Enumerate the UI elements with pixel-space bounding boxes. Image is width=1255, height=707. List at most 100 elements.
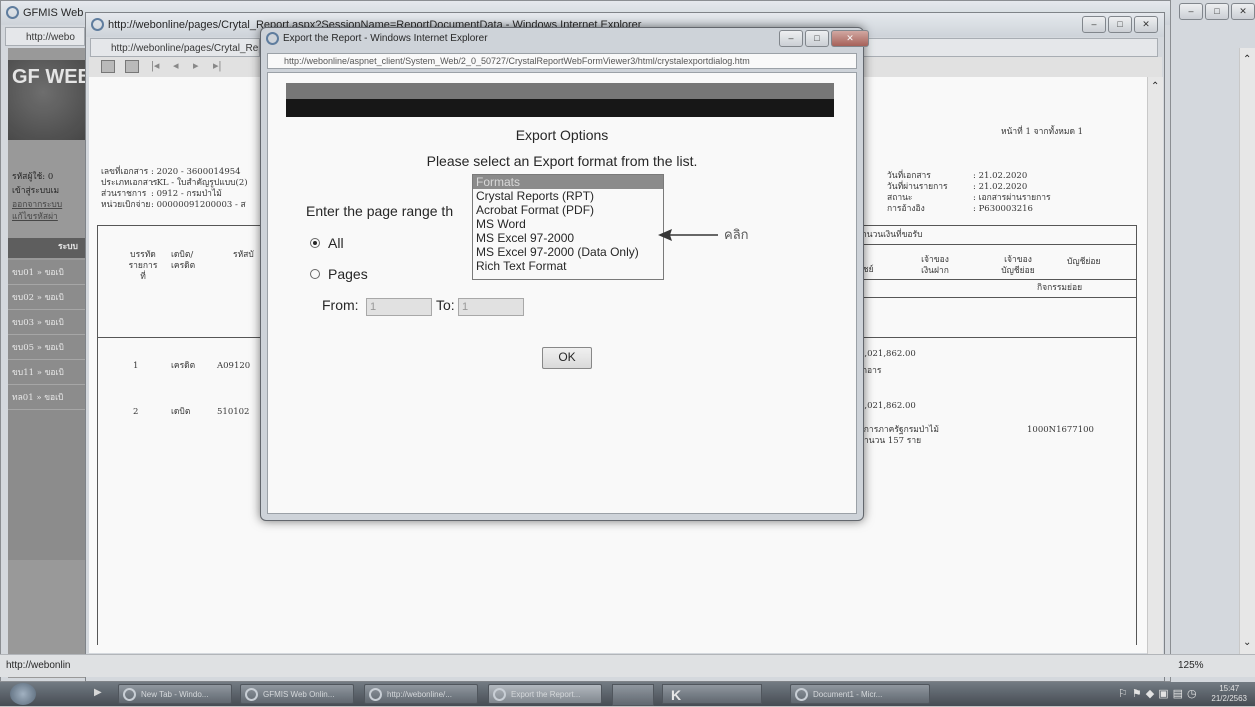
- scroll-up-icon[interactable]: ⌃: [1151, 81, 1159, 92]
- activity-header-divider: [853, 279, 1137, 280]
- taskbar-explorer-icon[interactable]: [612, 684, 654, 706]
- meta-label: วันที่ผ่านรายการ: [887, 182, 948, 192]
- taskbar-kaspersky-icon[interactable]: K: [662, 684, 762, 704]
- taskbar-item[interactable]: http://webonline/...: [364, 684, 478, 704]
- menu-item[interactable]: ขบ02 » ขอเบิ: [8, 285, 96, 310]
- arrow-annotation-icon: [658, 229, 718, 241]
- from-label: From:: [322, 297, 359, 313]
- menu-item[interactable]: ขบ03 » ขอเบิ: [8, 310, 96, 335]
- menu-item-label: ขบ01 » ขอเบิ: [12, 268, 64, 278]
- start-button[interactable]: [10, 683, 36, 705]
- export-dialog-window: Export the Report - Windows Internet Exp…: [260, 27, 869, 521]
- close-button[interactable]: ✕: [1231, 3, 1255, 20]
- ok-button[interactable]: OK: [542, 347, 592, 369]
- to-page-input[interactable]: 1: [458, 298, 524, 316]
- format-option-header[interactable]: Formats: [473, 175, 663, 189]
- ie-icon: [266, 32, 279, 45]
- third-window-scrollbar[interactable]: ⌃ ⌄: [1239, 48, 1255, 654]
- radio-all[interactable]: [310, 238, 320, 248]
- third-browser-window: – □ ✕ ⌃ ⌄: [1170, 0, 1255, 682]
- logout-link[interactable]: ออกจากระบบ: [12, 200, 62, 211]
- change-password-link[interactable]: แก้ไขรหัสผ่า: [12, 212, 58, 223]
- export-dialog-body: Export Options Please select an Export f…: [267, 72, 857, 514]
- meta-value: : เอกสารผ่านรายการ: [973, 193, 1051, 203]
- export-icon[interactable]: [101, 60, 115, 73]
- minimize-button[interactable]: –: [1082, 16, 1106, 33]
- next-page-icon[interactable]: ▸: [193, 59, 199, 72]
- meta-label: เลขที่เอกสาร: [101, 167, 149, 177]
- row-code: A09120: [217, 361, 251, 371]
- close-button[interactable]: ✕: [1134, 16, 1158, 33]
- menu-item[interactable]: ทล01 » ขอเบิ: [8, 385, 96, 410]
- meta-value: : 21.02.2020: [973, 171, 1028, 181]
- format-option-rtf[interactable]: Rich Text Format: [473, 259, 663, 273]
- row-ref: 1000N1677100: [1027, 425, 1094, 435]
- dialog-banner-bottom: [286, 99, 834, 117]
- meta-value: : 21.02.2020: [973, 182, 1028, 192]
- logo-text: GF WEB: [12, 66, 92, 88]
- meta-label: ประเภทเอกสาร: [101, 178, 158, 188]
- menu-header-bar: ระบบ: [8, 238, 96, 258]
- scroll-down-icon[interactable]: ⌄: [1243, 637, 1251, 648]
- meta-value: : 2020 - 3600014954: [151, 167, 241, 177]
- col-header-subaccount-owner: เจ้าของ บัญชีย่อย: [1001, 255, 1035, 276]
- from-page-input[interactable]: 1: [366, 298, 432, 316]
- menu-item-label: ขบ02 » ขอเบิ: [12, 293, 64, 303]
- radio-all-row[interactable]: All: [310, 235, 344, 251]
- maximize-button[interactable]: □: [805, 30, 829, 47]
- menu-item[interactable]: ขบ11 » ขอเบิ: [8, 360, 96, 385]
- menu-item[interactable]: ขบ01 » ขอเบิ: [8, 260, 96, 285]
- menu-item-label: ขบ11 » ขอเบิ: [12, 368, 64, 378]
- meta-value: : 0912 - กรมป่าไม้: [151, 189, 222, 199]
- taskbar-media-icon[interactable]: ▶: [94, 687, 102, 698]
- format-option-rpt[interactable]: Crystal Reports (RPT): [473, 189, 663, 203]
- menu-header: ระบบ: [58, 242, 78, 252]
- outer-address-text: http://webo: [26, 32, 75, 43]
- taskbar-item-word[interactable]: Document1 - Micr...: [790, 684, 930, 704]
- windows-taskbar: ▶ New Tab - Windo... GFMIS Web Onlin... …: [0, 682, 1255, 706]
- outer-address-bar[interactable]: http://webo: [5, 27, 85, 46]
- browser-status-bar: http://webonlin 125%: [0, 654, 1255, 677]
- dialog-address-bar: http://webonline/aspnet_client/System_We…: [267, 53, 857, 69]
- radio-all-label: All: [328, 235, 344, 251]
- gfmis-logo: GF WEB: [8, 60, 96, 140]
- report-scrollbar[interactable]: ⌃ ⌄: [1147, 77, 1163, 673]
- prev-page-icon[interactable]: ◂: [173, 59, 179, 72]
- meta-label: หน่วยเบิกจ่าย: [101, 200, 151, 210]
- page-range-label: Enter the page range th: [306, 203, 454, 219]
- taskbar-item-active[interactable]: Export the Report...: [488, 684, 602, 704]
- login-label: เข้าสู่ระบบเม: [12, 186, 60, 196]
- format-listbox[interactable]: Formats Crystal Reports (RPT) Acrobat Fo…: [472, 174, 664, 280]
- minimize-button[interactable]: –: [779, 30, 803, 47]
- zoom-level[interactable]: 125%: [1178, 655, 1204, 677]
- maximize-button[interactable]: □: [1108, 16, 1132, 33]
- menu-item-label: ทล01 » ขอเบิ: [12, 393, 64, 403]
- menu-item[interactable]: ขบ05 » ขอเบิ: [8, 335, 96, 360]
- scroll-up-icon[interactable]: ⌃: [1243, 54, 1251, 65]
- format-option-excel-data-only[interactable]: MS Excel 97-2000 (Data Only): [473, 245, 663, 259]
- last-page-icon[interactable]: ▸|: [213, 59, 221, 72]
- activity-header-bottom: [853, 297, 1137, 298]
- taskbar-item[interactable]: New Tab - Windo...: [118, 684, 232, 704]
- close-button[interactable]: ✕: [831, 30, 869, 47]
- format-option-pdf[interactable]: Acrobat Format (PDF): [473, 203, 663, 217]
- format-option-word[interactable]: MS Word: [473, 217, 663, 231]
- menu-item-label: ขบ03 » ขอเบิ: [12, 318, 64, 328]
- maximize-button[interactable]: □: [1205, 3, 1229, 20]
- tray-icons[interactable]: ⚐⚑◆▣▤◷: [1118, 688, 1201, 700]
- row-extra-2: จำนวน 157 ราย: [859, 436, 922, 446]
- minimize-button[interactable]: –: [1179, 3, 1203, 20]
- radio-pages[interactable]: [310, 269, 320, 279]
- export-options-heading: Export Options: [515, 127, 609, 143]
- taskbar-item[interactable]: GFMIS Web Onlin...: [240, 684, 354, 704]
- dialog-banner-top: [286, 83, 834, 99]
- meta-value: : 00000091200003 - ส: [151, 200, 246, 210]
- table-left-border: [97, 225, 98, 645]
- row-debit-credit: เดบิต: [171, 407, 191, 417]
- first-page-icon[interactable]: |◂: [151, 59, 159, 72]
- format-option-excel[interactable]: MS Excel 97-2000: [473, 231, 663, 245]
- report-address-bar[interactable]: http://webonline/pages/Crytal_Repor: [90, 38, 260, 57]
- print-icon[interactable]: [125, 60, 139, 73]
- radio-pages-row[interactable]: Pages: [310, 266, 368, 282]
- site-menu: ขบ01 » ขอเบิ ขบ02 » ขอเบิ ขบ03 » ขอเบิ ข…: [8, 260, 96, 560]
